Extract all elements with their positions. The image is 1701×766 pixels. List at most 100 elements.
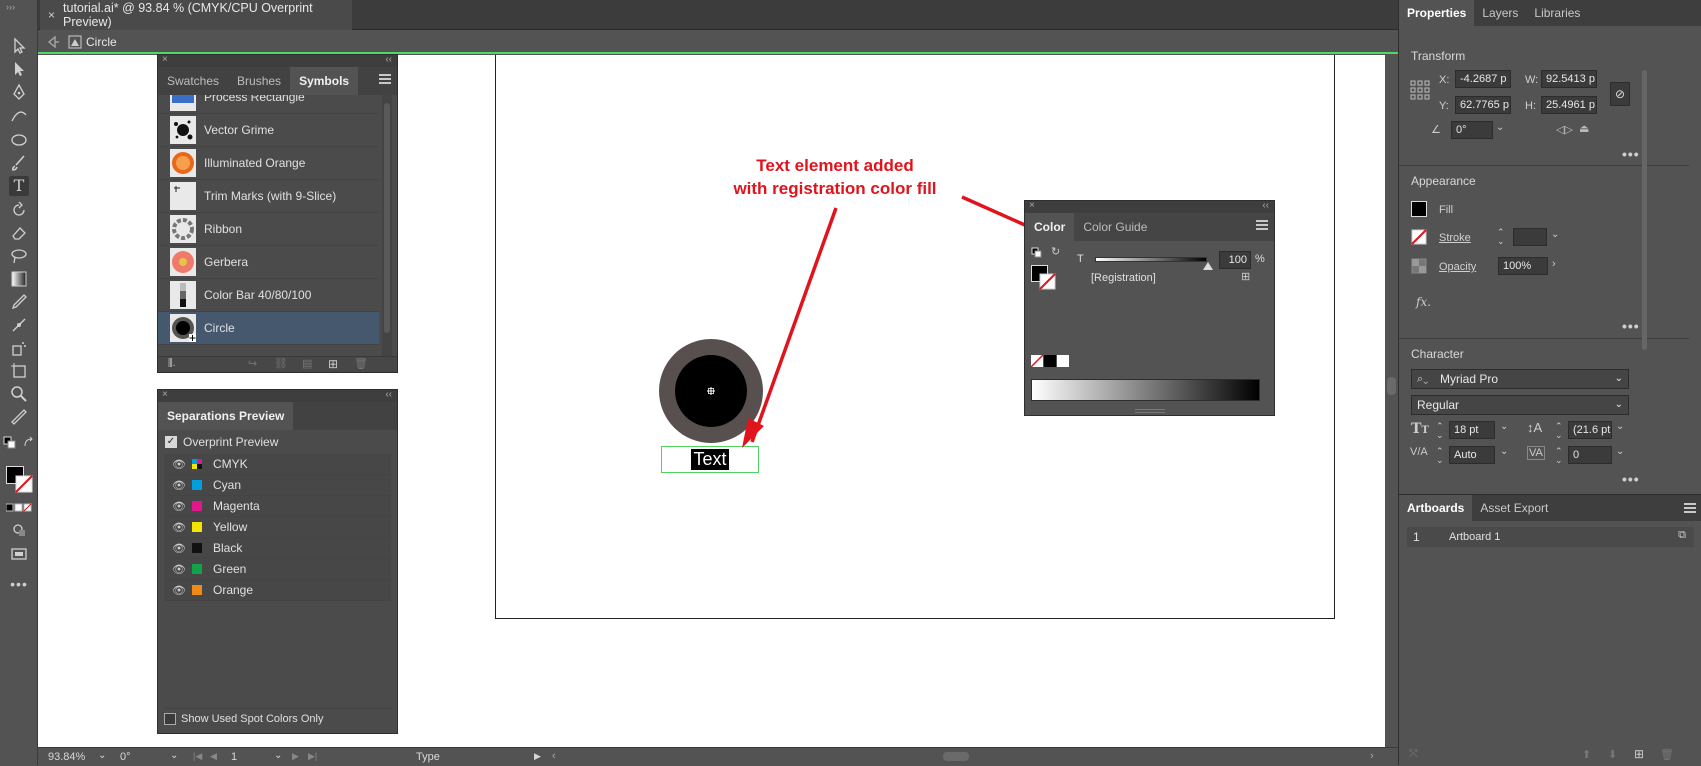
opacity-field[interactable]: 100% [1498, 257, 1548, 275]
flip-vertical-icon[interactable]: ⏏ [1579, 122, 1589, 135]
tint-slider-thumb[interactable] [1203, 262, 1213, 270]
kerning-dropdown-icon[interactable]: ⌄ [1500, 446, 1508, 457]
opacity-arrow-icon[interactable]: › [1552, 258, 1556, 270]
rotation-value[interactable]: 0° [120, 751, 131, 763]
new-artboard-icon[interactable]: ⊞ [1634, 747, 1644, 761]
panel-menu-icon[interactable] [379, 74, 391, 84]
list-item[interactable]: Illuminated Orange [158, 147, 379, 180]
leading-dropdown-icon[interactable]: ⌄ [1616, 421, 1624, 432]
table-row[interactable]: 1 Artboard 1 ⧉ [1407, 527, 1694, 547]
break-link-icon[interactable]: ⛓ [274, 357, 288, 370]
direct-selection-tool-icon[interactable] [9, 59, 29, 79]
collapse-panel-icon[interactable]: ‹‹ [1262, 200, 1269, 211]
new-symbol-icon[interactable]: ⊞ [328, 357, 338, 371]
collapse-panel-icon[interactable]: ‹‹ [385, 389, 392, 400]
draw-mode-icon[interactable] [9, 520, 29, 540]
more-appearance-options-icon[interactable]: ••• [1622, 318, 1640, 334]
zoom-level[interactable]: 93.84% [48, 751, 85, 763]
previous-artboard-icon[interactable]: ◀ [210, 751, 217, 762]
tracking-field[interactable]: 0 [1568, 446, 1612, 464]
stroke-label[interactable]: Stroke [1439, 232, 1471, 244]
reference-point-icon[interactable] [1410, 80, 1430, 100]
font-style-dropdown[interactable]: Regular ⌄ [1411, 395, 1629, 415]
scrollbar[interactable] [382, 95, 392, 356]
panel-resize-grip[interactable] [1135, 409, 1165, 413]
color-mode-icons[interactable] [6, 503, 32, 513]
eye-icon[interactable]: 👁 [172, 500, 186, 513]
close-tab-icon[interactable]: × [48, 8, 55, 22]
tab-color[interactable]: Color [1025, 213, 1075, 241]
list-item[interactable]: 👁 Magenta [164, 496, 391, 517]
selection-tool-icon[interactable] [9, 36, 29, 56]
stroke-weight-field[interactable] [1513, 228, 1547, 246]
delete-artboard-icon[interactable]: 🗑 [1660, 748, 1674, 761]
opacity-label[interactable]: Opacity [1439, 261, 1476, 273]
list-item[interactable]: 👁 CMYK [164, 454, 391, 475]
show-spot-colors-row[interactable]: Show Used Spot Colors Only [164, 708, 392, 725]
eye-icon[interactable]: 👁 [172, 542, 186, 555]
kerning-stepper[interactable]: ⌃ ⌄ [1436, 447, 1444, 465]
panel-menu-icon[interactable] [1256, 220, 1268, 230]
collapse-icon[interactable]: ››› [6, 2, 15, 12]
tint-value-field[interactable]: 100 [1219, 251, 1251, 269]
symbols-list[interactable]: Process Rectangle Vector Grime Illuminat… [158, 95, 379, 356]
swap-colors-icon[interactable] [22, 436, 36, 450]
list-item-selected[interactable]: Circle [158, 312, 379, 345]
next-artboard-icon[interactable]: ▶ [292, 751, 299, 762]
list-item[interactable]: 👁 Orange [164, 580, 391, 601]
symbol-sprayer-tool-icon[interactable] [9, 338, 29, 358]
zoom-tool-icon[interactable] [9, 384, 29, 404]
constrain-proportions-button[interactable]: ⊘ [1610, 82, 1630, 106]
scroll-left-icon[interactable]: ‹ [552, 750, 556, 762]
fill-swatch-button[interactable] [1411, 201, 1427, 217]
panel-header[interactable]: × ‹‹ [1025, 200, 1274, 213]
close-panel-icon[interactable]: × [1029, 200, 1035, 211]
symbol-libraries-menu-icon[interactable]: ⫼. [168, 358, 175, 369]
move-up-icon[interactable]: ⬆ [1582, 748, 1591, 761]
tint-slider[interactable] [1095, 257, 1207, 262]
symbol-options-icon[interactable]: ▤ [302, 357, 312, 370]
tab-properties[interactable]: Properties [1399, 0, 1475, 26]
horizontal-scroll-thumb[interactable] [943, 752, 969, 761]
overprint-preview-row[interactable]: ✓ Overprint Preview [158, 430, 397, 454]
list-item[interactable]: Color Bar 40/80/100 [158, 279, 379, 312]
delete-symbol-icon[interactable]: 🗑 [354, 357, 368, 370]
measure-tool-icon[interactable] [9, 407, 29, 427]
tracking-dropdown-icon[interactable]: ⌄ [1616, 446, 1624, 457]
stroke-stepper[interactable]: ⌃ ⌄ [1497, 228, 1505, 246]
tab-symbols[interactable]: Symbols [290, 67, 359, 95]
artboard-number[interactable]: 1 [231, 751, 237, 763]
font-size-dropdown-icon[interactable]: ⌄ [1500, 421, 1508, 432]
zoom-dropdown-icon[interactable]: ⌄ [98, 750, 106, 761]
tracking-stepper[interactable]: ⌃ ⌄ [1555, 447, 1563, 465]
paintbrush-tool-icon[interactable] [9, 153, 29, 173]
color-spectrum-bar[interactable] [1031, 379, 1260, 401]
font-family-dropdown[interactable]: ⌕⌄ Myriad Pro ⌄ [1411, 369, 1629, 389]
breadcrumb-label[interactable]: Circle [86, 35, 117, 49]
tab-artboards[interactable]: Artboards [1399, 495, 1473, 521]
list-item[interactable]: Trim Marks (with 9-Slice) [158, 180, 379, 213]
list-item[interactable]: 👁 Yellow [164, 517, 391, 538]
place-symbol-icon[interactable]: ↪ [248, 357, 257, 370]
eye-icon[interactable]: 👁 [172, 479, 186, 492]
first-artboard-icon[interactable]: |◀ [193, 751, 202, 762]
leading-stepper[interactable]: ⌃ ⌄ [1555, 422, 1563, 440]
y-field[interactable]: 62.7765 p [1455, 96, 1511, 114]
default-colors-icon[interactable] [3, 436, 17, 450]
swap-fill-stroke-icon[interactable]: ↻ [1051, 245, 1060, 258]
out-of-gamut-icon[interactable]: ⊞ [1241, 270, 1250, 283]
more-transform-options-icon[interactable]: ••• [1622, 146, 1640, 162]
move-down-icon[interactable]: ⬇ [1608, 748, 1617, 761]
status-menu-arrow-icon[interactable]: ▶ [534, 751, 541, 762]
puppet-warp-tool-icon[interactable] [9, 315, 29, 335]
color-stroke-swatch[interactable] [1039, 273, 1056, 290]
artboard-dropdown-icon[interactable]: ⌄ [274, 750, 282, 761]
stroke-swatch-button[interactable] [1411, 229, 1427, 245]
pen-tool-icon[interactable] [9, 82, 29, 102]
artboard-options-icon[interactable]: ⧉ [1678, 529, 1686, 542]
stroke-weight-dropdown-icon[interactable]: ⌄ [1551, 229, 1559, 240]
overprint-checkbox[interactable]: ✓ [165, 436, 177, 448]
curvature-tool-icon[interactable] [9, 105, 29, 125]
tab-swatches[interactable]: Swatches [158, 67, 228, 95]
document-tab[interactable]: × tutorial.ai* @ 93.84 % (CMYK/CPU Overp… [40, 0, 352, 30]
